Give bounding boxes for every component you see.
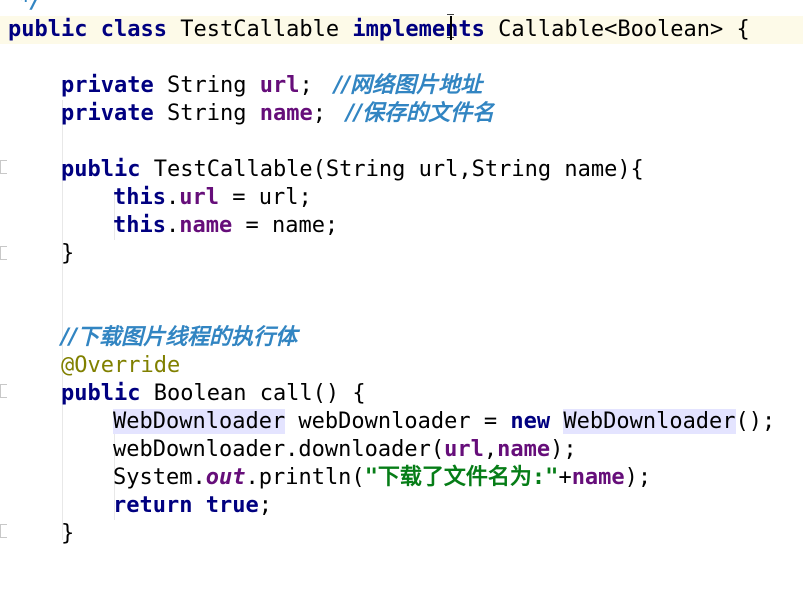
variable-declaration: WebDownloader webDownloader = new WebDow…	[113, 408, 775, 436]
class-name: TestCallable	[180, 17, 340, 42]
string-literal: "下载了文件名为:"	[364, 465, 559, 490]
keyword: implements	[352, 17, 485, 42]
code-line[interactable]: //下载图片线程的执行体	[0, 324, 297, 352]
method-signature: Boolean call() {	[153, 381, 366, 406]
code-editor[interactable]: */ public class TestCallable implements …	[0, 0, 803, 563]
field-declaration: private String url;	[61, 72, 313, 100]
keyword: this	[113, 185, 166, 210]
code-line[interactable]: webDownloader.downloader(url,name);	[0, 436, 577, 464]
code-line[interactable]: }	[0, 520, 74, 548]
method-declaration: public Boolean call() {	[61, 380, 366, 408]
code-line[interactable]: private String url; //网络图片地址	[0, 72, 482, 100]
assignment: this.url = url;	[113, 184, 312, 212]
code-line[interactable]: this.url = url;	[0, 184, 312, 212]
semicolon: ;	[299, 73, 313, 98]
static-field: out	[205, 465, 246, 490]
call-end: );	[624, 465, 652, 490]
keyword: private	[61, 101, 154, 126]
comment-end: */	[20, 0, 40, 14]
interface-name: Callable<Boolean> {	[498, 17, 750, 42]
keyword: return	[113, 493, 193, 518]
semicolon: ;	[312, 101, 326, 126]
keyword: private	[61, 73, 154, 98]
field-name: url	[179, 185, 219, 210]
type-usage-highlight: WebDownloader	[563, 409, 736, 434]
line-comment: //下载图片线程的执行体	[61, 325, 298, 350]
field-declaration: private String name;	[61, 100, 326, 128]
keyword: class	[100, 17, 167, 42]
dot: .	[165, 185, 180, 210]
class-declaration: public class TestCallable implements Cal…	[8, 16, 750, 44]
field-name: url	[444, 437, 484, 462]
constructor-declaration: public TestCallable(String url,String na…	[61, 156, 644, 184]
keyword: public	[8, 17, 88, 42]
line-comment: //网络图片地址	[334, 73, 483, 98]
call-end: );	[550, 437, 577, 462]
code-line[interactable]: public TestCallable(String url,String na…	[0, 156, 644, 184]
line-comment: //保存的文件名	[346, 101, 495, 126]
keyword: public	[61, 157, 141, 182]
comma: ,	[483, 437, 498, 462]
call-prefix: webDownloader.downloader(	[113, 437, 445, 462]
call-middle: .println(	[245, 465, 365, 490]
variable-assignment: webDownloader =	[285, 409, 511, 434]
code-line[interactable]: return true;	[0, 492, 272, 520]
keyword: public	[61, 381, 141, 406]
return-statement: return true;	[113, 492, 272, 520]
code-line[interactable]: }	[0, 240, 74, 268]
code-line[interactable]: */	[0, 0, 53, 16]
code-line[interactable]: public Boolean call() {	[0, 380, 366, 408]
field-name: name	[571, 465, 625, 490]
field-name: name	[179, 213, 233, 238]
keyword: true	[205, 493, 259, 518]
type-name: String	[166, 101, 247, 126]
method-call: webDownloader.downloader(url,name);	[113, 436, 577, 464]
code-line[interactable]: @Override	[0, 352, 180, 380]
keyword: new	[510, 409, 551, 434]
field-name: name	[497, 437, 551, 462]
assignment-rest: = name;	[232, 213, 339, 238]
constructor-signature: TestCallable(String url,String name){	[153, 157, 644, 182]
call-end: ();	[735, 409, 776, 434]
closing-brace: }	[61, 241, 75, 266]
closing-brace: }	[61, 521, 75, 546]
dot: .	[165, 213, 180, 238]
type-name: String	[166, 73, 247, 98]
semicolon: ;	[258, 493, 272, 518]
code-line[interactable]: WebDownloader webDownloader = new WebDow…	[0, 408, 775, 436]
plus-operator: +	[558, 465, 572, 490]
annotation: @Override	[61, 353, 181, 378]
code-line-current[interactable]: public class TestCallable implements Cal…	[0, 16, 803, 44]
assignment-rest: = url;	[218, 185, 312, 210]
field-name: url	[259, 73, 300, 98]
call-prefix: System.	[113, 465, 206, 490]
println-call: System.out.println("下载了文件名为:"+name);	[113, 464, 651, 492]
keyword: this	[113, 213, 166, 238]
code-line[interactable]: System.out.println("下载了文件名为:"+name);	[0, 464, 651, 492]
code-line[interactable]: this.name = name;	[0, 212, 338, 240]
text-caret	[450, 16, 452, 40]
field-name: name	[259, 101, 313, 126]
type-usage-highlight: WebDownloader	[113, 409, 286, 434]
code-line[interactable]: private String name; //保存的文件名	[0, 100, 494, 128]
assignment: this.name = name;	[113, 212, 338, 240]
